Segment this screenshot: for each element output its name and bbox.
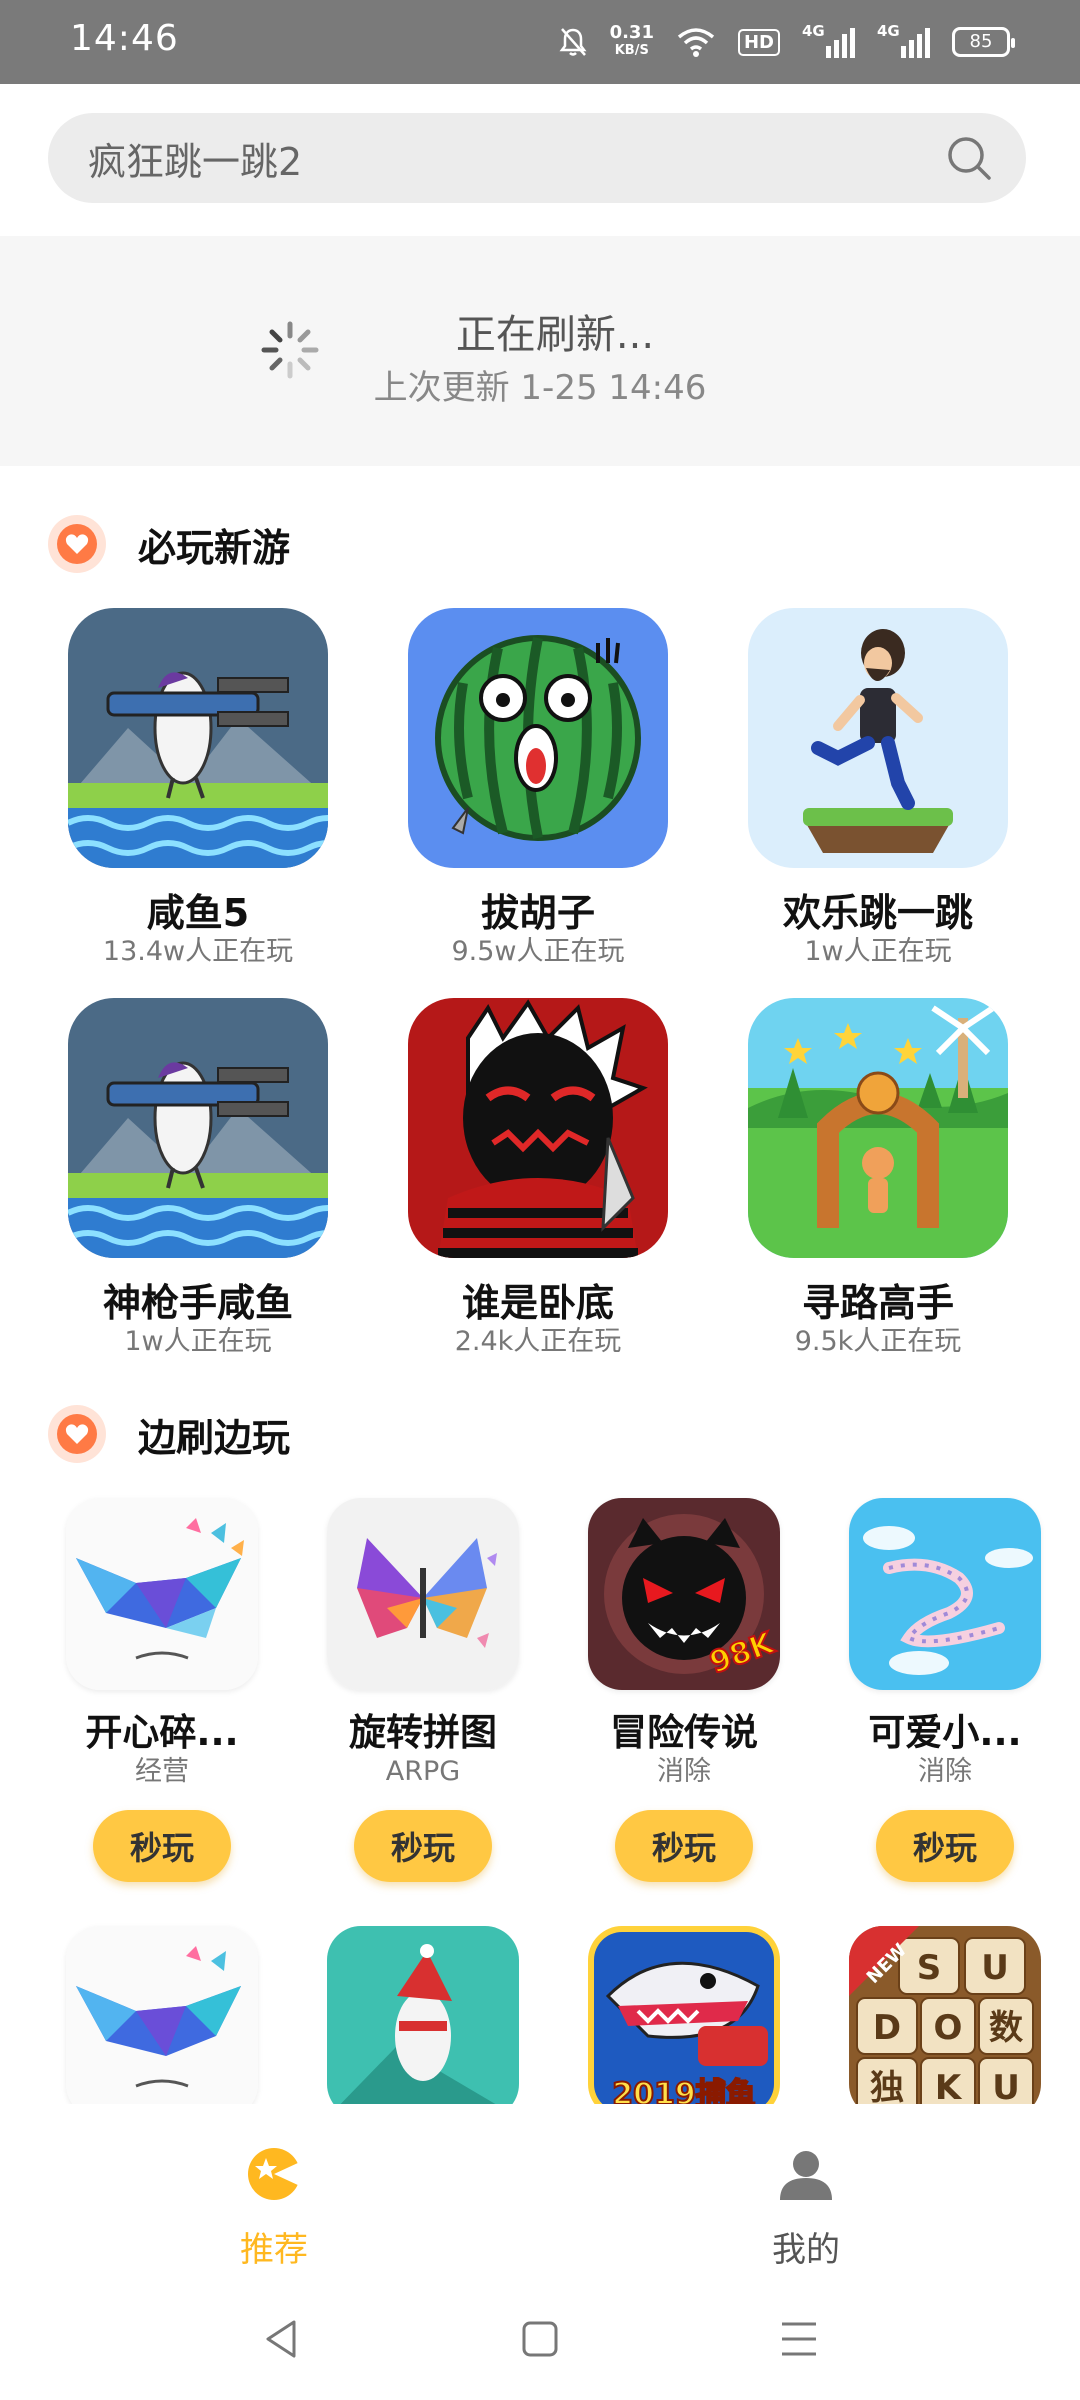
pull-to-refresh-panel: 正在刷新... 上次更新 1-25 14:46 — [0, 236, 1080, 466]
game-icon-fish-gunner[interactable] — [68, 608, 328, 868]
nav-label: 推荐 — [240, 2230, 308, 2270]
mini-game-card[interactable]: 可爱小... 消除 秒玩 — [825, 1498, 1065, 1882]
game-players: 1w人正在玩 — [804, 936, 952, 967]
refresh-title: 正在刷新... — [0, 302, 1080, 360]
system-nav-bar — [0, 2284, 1080, 2400]
game-name: 咸鱼5 — [146, 891, 250, 935]
game-card[interactable]: 欢乐跳一跳 1w人正在玩 — [728, 608, 1028, 968]
battery-icon: 85 — [952, 27, 1015, 57]
mini-game-card[interactable]: 98K 冒险传说 消除 秒玩 — [564, 1498, 804, 1882]
game-name: 开心碎... — [85, 1711, 239, 1754]
signal-1-icon: 4G — [802, 22, 855, 58]
user-icon[interactable] — [776, 2144, 836, 2204]
game-genre: ARPG — [385, 1756, 461, 1787]
game-genre: 消除 — [657, 1756, 711, 1787]
fish-2019-text: 2019捕鱼 — [612, 2077, 756, 2104]
mini-game-card[interactable]: 旋转拼图 ARPG 秒玩 — [303, 1498, 543, 1882]
home-icon[interactable] — [515, 2314, 565, 2364]
sudoku-letter: 独 — [870, 2068, 904, 2104]
section-title: 边刷边玩 — [138, 1415, 291, 1460]
game-name: 冒险传说 — [610, 1711, 758, 1754]
hd-voice-icon: HD — [737, 28, 780, 56]
section-play-while-browse-header: 边刷边玩 — [48, 1402, 290, 1466]
sudoku-letter: O — [934, 2008, 963, 2048]
mini-game-row-2: 2019捕鱼 S U D O 数 独 K U NEW — [0, 1920, 1080, 2104]
game-icon-sudoku[interactable]: S U D O 数 独 K U NEW — [849, 1926, 1041, 2104]
search-input[interactable] — [88, 113, 908, 203]
refresh-title-text: 正在刷新... — [455, 312, 655, 358]
instant-play-button[interactable]: 秒玩 — [615, 1810, 753, 1882]
game-name: 拔胡子 — [480, 891, 595, 935]
sudoku-letter: D — [873, 2008, 901, 2048]
game-card[interactable]: 谁是卧底 2.4k人正在玩 — [388, 998, 688, 1358]
game-name: 旋转拼图 — [349, 1711, 497, 1754]
heart-icon — [48, 515, 106, 573]
net-speed: 0.31 KB/S — [610, 24, 654, 60]
game-players: 9.5w人正在玩 — [451, 936, 625, 967]
bottom-nav: 推荐 我的 — [0, 2104, 1080, 2284]
game-card[interactable]: 拔胡子 9.5w人正在玩 — [388, 608, 688, 968]
game-icon-shadow-spy[interactable] — [408, 998, 668, 1258]
sudoku-letter: S — [917, 1948, 942, 1988]
net-speed-unit: KB/S — [614, 43, 649, 58]
game-icon-pathfinder[interactable] — [748, 998, 1008, 1258]
game-players: 13.4w人正在玩 — [102, 936, 294, 967]
signal-1-label: 4G — [802, 22, 825, 40]
signal-2-label: 4G — [877, 22, 900, 40]
section-title: 必玩新游 — [138, 525, 291, 570]
game-genre: 消除 — [918, 1756, 972, 1787]
search-bar[interactable] — [48, 113, 1026, 203]
game-icon-jumping-man[interactable] — [748, 608, 1008, 868]
game-icon-fish-gunner[interactable] — [68, 998, 328, 1258]
sudoku-letter: U — [992, 2068, 1020, 2104]
status-time: 14:46 — [70, 18, 179, 59]
game-icon-fishing-2019[interactable]: 2019捕鱼 — [588, 1926, 780, 2104]
menu-icon[interactable] — [774, 2314, 824, 2364]
status-icons: 0.31 KB/S HD 4G 4G 85 — [558, 18, 1015, 66]
game-icon-snake[interactable] — [849, 1498, 1041, 1690]
game-name: 神枪手咸鱼 — [102, 1281, 293, 1325]
search-icon[interactable] — [946, 135, 992, 181]
sudoku-letter: 数 — [989, 2008, 1023, 2048]
game-card[interactable]: 寻路高手 9.5k人正在玩 — [728, 998, 1028, 1358]
game-icon-poly-whale[interactable] — [66, 1926, 258, 2104]
instant-play-button[interactable]: 秒玩 — [876, 1810, 1014, 1882]
game-name: 可爱小... — [868, 1711, 1022, 1754]
game-genre: 经营 — [135, 1756, 189, 1787]
section-must-play-header: 必玩新游 — [48, 512, 290, 576]
game-name: 欢乐跳一跳 — [782, 891, 973, 935]
game-card[interactable]: 神枪手咸鱼 1w人正在玩 — [48, 998, 348, 1358]
game-icon-devil-cat[interactable]: 98K — [588, 1498, 780, 1690]
game-players: 2.4k人正在玩 — [454, 1326, 622, 1357]
game-players: 1w人正在玩 — [124, 1326, 272, 1357]
refresh-last-update: 上次更新 1-25 14:46 — [0, 360, 1080, 409]
instant-play-button[interactable]: 秒玩 — [93, 1810, 231, 1882]
refresh-last-update-text: 上次更新 1-25 14:46 — [373, 368, 707, 408]
net-speed-value: 0.31 — [609, 22, 654, 43]
nav-tab-mine[interactable]: 我的 — [706, 2144, 906, 2271]
game-name: 寻路高手 — [801, 1281, 954, 1325]
game-icon-winter-bird[interactable] — [327, 1926, 519, 2104]
game-players: 9.5k人正在玩 — [794, 1326, 962, 1357]
mute-bell-icon — [559, 28, 587, 56]
sudoku-letter: K — [935, 2068, 963, 2104]
recommend-icon[interactable] — [244, 2144, 304, 2204]
status-bar: 14:46 0.31 KB/S HD 4G 4G 85 — [0, 0, 1080, 84]
signal-2-icon: 4G — [877, 22, 930, 58]
game-icon-butterfly[interactable] — [327, 1498, 519, 1690]
instant-play-button[interactable]: 秒玩 — [354, 1810, 492, 1882]
nav-tab-recommend[interactable]: 推荐 — [174, 2144, 374, 2271]
game-name: 谁是卧底 — [461, 1281, 614, 1325]
game-card[interactable]: 咸鱼5 13.4w人正在玩 — [48, 608, 348, 968]
back-icon[interactable] — [256, 2314, 306, 2364]
nav-label: 我的 — [772, 2230, 840, 2270]
wifi-icon — [677, 28, 715, 57]
game-icon-poly-whale[interactable] — [66, 1498, 258, 1690]
mini-game-card[interactable]: 开心碎... 经营 秒玩 — [42, 1498, 282, 1882]
sudoku-letter: U — [981, 1948, 1009, 1988]
heart-icon — [48, 1405, 106, 1463]
game-icon-watermelon[interactable] — [408, 608, 668, 868]
